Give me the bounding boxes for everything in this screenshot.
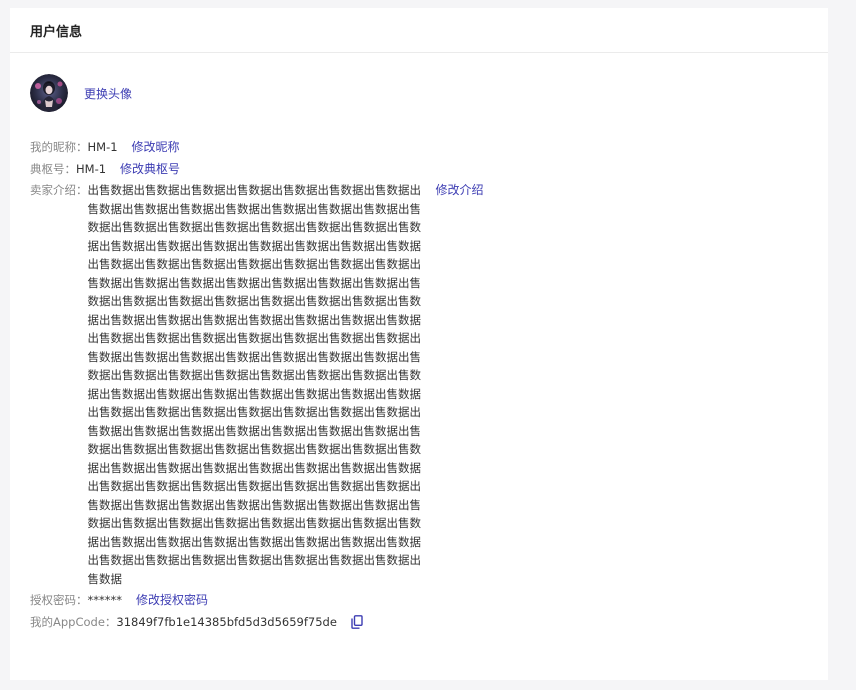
avatar[interactable]	[30, 74, 68, 112]
user-info-card: 用户信息 更换头像 我的昵称： HM-1 修改昵称 典枢号： HM-1 修改典枢…	[10, 8, 828, 680]
password-label: 授权密码：	[30, 593, 88, 607]
edit-intro-link[interactable]: 修改介绍	[436, 181, 484, 200]
intro-row: 卖家介绍： 出售数据出售数据出售数据出售数据出售数据出售数据出售数据出售数据出售…	[30, 181, 808, 588]
avatar-image	[30, 74, 68, 112]
appcode-row: 我的AppCode： 31849f7fb1e14385bfd5d3d5659f7…	[30, 613, 808, 632]
dianshu-row: 典枢号： HM-1 修改典枢号	[30, 160, 808, 179]
appcode-value: 31849f7fb1e14385bfd5d3d5659f75de	[116, 614, 337, 629]
password-row: 授权密码： ****** 修改授权密码	[30, 591, 808, 610]
change-avatar-link[interactable]: 更换头像	[84, 85, 132, 102]
card-header: 用户信息	[10, 8, 828, 53]
appcode-label: 我的AppCode：	[30, 614, 117, 629]
password-value: ******	[87, 593, 123, 607]
card-body: 更换头像 我的昵称： HM-1 修改昵称 典枢号： HM-1 修改典枢号 卖家介…	[10, 53, 828, 631]
edit-password-link[interactable]: 修改授权密码	[136, 591, 208, 610]
dianshu-label: 典枢号：	[30, 161, 76, 176]
nickname-value: HM-1	[87, 140, 118, 154]
nickname-label: 我的昵称：	[30, 140, 88, 154]
avatar-row: 更换头像	[30, 73, 808, 113]
nickname-row: 我的昵称： HM-1 修改昵称	[30, 138, 808, 157]
dianshu-value: HM-1	[76, 161, 107, 176]
page-title: 用户信息	[30, 24, 83, 40]
edit-nickname-link[interactable]: 修改昵称	[132, 138, 180, 157]
profile-info: 我的昵称： HM-1 修改昵称 典枢号： HM-1 修改典枢号 卖家介绍： 出售…	[30, 138, 808, 631]
intro-label: 卖家介绍：	[30, 183, 88, 197]
copy-icon[interactable]	[351, 614, 363, 629]
intro-text: 出售数据出售数据出售数据出售数据出售数据出售数据出售数据出售数据出售数据出售数据…	[87, 183, 422, 586]
edit-dianshu-link[interactable]: 修改典枢号	[120, 160, 180, 179]
